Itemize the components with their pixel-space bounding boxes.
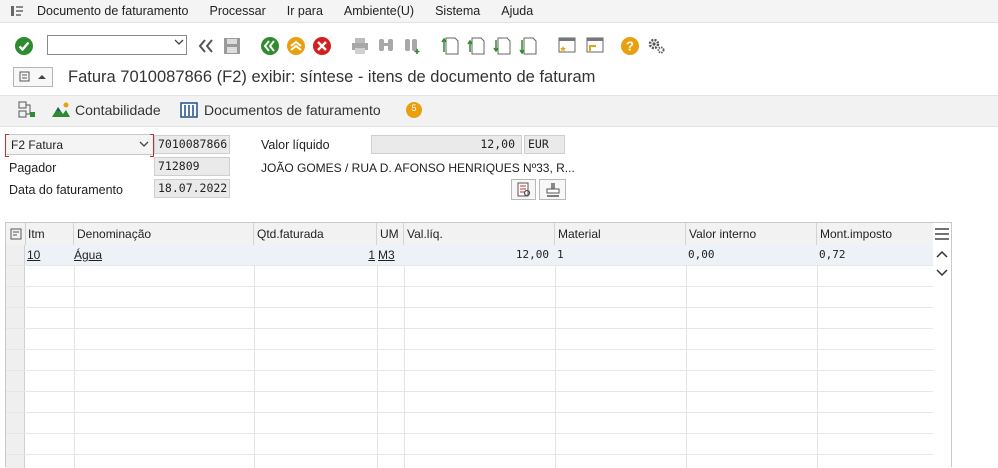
command-field[interactable] bbox=[47, 35, 187, 55]
contabilidade-button[interactable]: Contabilidade bbox=[51, 101, 161, 119]
table-header: Itm Denominação Qtd.faturada UM Val.líq.… bbox=[6, 223, 933, 246]
data-faturamento-field: 18.07.2022 bbox=[154, 179, 230, 198]
col-qtd-faturada[interactable]: Qtd.faturada bbox=[254, 223, 377, 245]
col-denominacao[interactable]: Denominação bbox=[74, 223, 254, 245]
accounting-mountain-icon bbox=[52, 102, 70, 117]
first-page-icon[interactable] bbox=[439, 35, 461, 57]
help-icon[interactable]: ? bbox=[619, 35, 641, 57]
enter-check-icon[interactable] bbox=[13, 35, 35, 57]
moeda-field: EUR bbox=[524, 135, 565, 154]
notifications-count: 5 bbox=[411, 103, 417, 113]
col-um[interactable]: UM bbox=[377, 223, 404, 245]
col-material[interactable]: Material bbox=[555, 223, 686, 245]
scroll-down-icon[interactable] bbox=[936, 266, 948, 280]
col-valor-interno[interactable]: Valor interno bbox=[686, 223, 817, 245]
double-chevron-left-icon[interactable] bbox=[195, 35, 217, 57]
cell-itm[interactable]: 10 bbox=[27, 246, 40, 264]
settings-gear-icon[interactable] bbox=[645, 35, 667, 57]
back-icon[interactable] bbox=[259, 35, 281, 57]
select-all-icon[interactable] bbox=[6, 223, 26, 245]
document-flow-button[interactable] bbox=[17, 101, 37, 119]
next-page-icon[interactable] bbox=[491, 35, 513, 57]
last-page-icon[interactable] bbox=[517, 35, 539, 57]
menu-sistema[interactable]: Sistema bbox=[435, 4, 480, 18]
valor-liquido-field: 12,00 bbox=[371, 135, 522, 154]
menu-ajuda[interactable]: Ajuda bbox=[501, 4, 533, 18]
cell-material: 1 bbox=[557, 248, 564, 261]
itens-table: Itm Denominação Qtd.faturada UM Val.líq.… bbox=[5, 222, 952, 468]
save-icon[interactable] bbox=[221, 35, 243, 57]
col-itm[interactable]: Itm bbox=[25, 223, 74, 245]
pagador-label: Pagador bbox=[9, 161, 57, 175]
stamp-icon bbox=[546, 182, 559, 197]
valor-liquido-label: Valor líquido bbox=[261, 138, 330, 152]
cell-mont-imposto: 0,72 bbox=[819, 248, 846, 261]
vertical-scrollbar[interactable] bbox=[933, 223, 951, 468]
find-icon[interactable] bbox=[375, 35, 397, 57]
numero-documento-field: 7010087866 bbox=[154, 135, 230, 154]
pagador-field: 712809 bbox=[154, 157, 230, 176]
menu-ir-para[interactable]: Ir para bbox=[287, 4, 323, 18]
billing-documents-icon bbox=[180, 102, 198, 118]
svg-text:?: ? bbox=[626, 39, 634, 54]
previous-page-icon[interactable] bbox=[465, 35, 487, 57]
exit-icon[interactable] bbox=[285, 35, 307, 57]
scroll-up-icon[interactable] bbox=[936, 249, 948, 263]
col-val-liq[interactable]: Val.líq. bbox=[404, 223, 555, 245]
document-magnifier-icon bbox=[517, 182, 530, 196]
create-session-icon[interactable] bbox=[555, 35, 577, 57]
documentos-faturamento-button[interactable]: Documentos de faturamento bbox=[179, 101, 381, 119]
documentos-faturamento-label: Documentos de faturamento bbox=[204, 102, 381, 118]
cell-val-liq: 12,00 bbox=[515, 248, 549, 261]
cell-qtd[interactable]: 1 bbox=[254, 246, 375, 264]
focus-bracket-left bbox=[5, 134, 9, 157]
cell-denominacao[interactable]: Água bbox=[74, 246, 102, 264]
menu-documento[interactable]: Documento de faturamento bbox=[37, 4, 188, 18]
chevron-down-icon[interactable] bbox=[139, 138, 149, 152]
display-document-button[interactable] bbox=[511, 179, 536, 200]
page-title: Fatura 7010087866 (F2) exibir: síntese -… bbox=[68, 68, 596, 86]
output-button[interactable] bbox=[539, 179, 566, 200]
cancel-icon[interactable] bbox=[311, 35, 333, 57]
pagador-nome: JOÃO GOMES / RUA D. AFONSO HENRIQUES Nº3… bbox=[261, 161, 575, 175]
contabilidade-label: Contabilidade bbox=[75, 102, 161, 118]
cell-um[interactable]: M3 bbox=[378, 246, 395, 264]
row-selector-column[interactable] bbox=[6, 245, 25, 468]
print-icon[interactable] bbox=[349, 35, 371, 57]
menu-processar[interactable]: Processar bbox=[209, 4, 265, 18]
menu-bar: Documento de faturamento Processar Ir pa… bbox=[0, 0, 998, 23]
screen-menu-button[interactable] bbox=[13, 67, 53, 87]
col-mont-imposto[interactable]: Mont.imposto bbox=[817, 223, 933, 245]
chevron-down-icon[interactable] bbox=[174, 37, 184, 50]
find-next-icon[interactable] bbox=[401, 35, 423, 57]
tipo-documento-select[interactable]: F2 Fatura bbox=[5, 134, 154, 157]
cell-valor-interno: 0,00 bbox=[688, 248, 715, 261]
menu-icon[interactable] bbox=[9, 3, 25, 19]
notifications-badge[interactable]: 5 bbox=[404, 100, 424, 120]
document-flow-icon bbox=[18, 101, 35, 118]
column-settings-icon[interactable] bbox=[935, 227, 949, 244]
tipo-documento-value: F2 Fatura bbox=[11, 138, 64, 152]
generate-shortcut-icon[interactable] bbox=[583, 35, 605, 57]
data-faturamento-label: Data do faturamento bbox=[9, 183, 123, 197]
menu-ambiente[interactable]: Ambiente(U) bbox=[344, 4, 414, 18]
